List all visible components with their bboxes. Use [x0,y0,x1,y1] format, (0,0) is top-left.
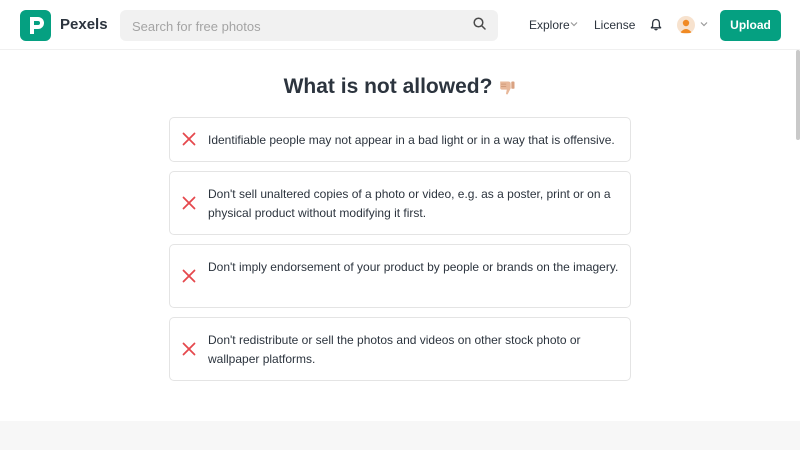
brand-name[interactable]: Pexels [60,16,108,34]
upload-button[interactable]: Upload [720,10,781,41]
rule-text: Don't redistribute or sell the photos an… [208,333,581,366]
rule-card: Don't imply endorsement of your product … [169,244,631,308]
rule-card: Identifiable people may not appear in a … [169,117,631,162]
x-icon [182,269,196,283]
search-bar [120,10,498,41]
rule-text: Identifiable people may not appear in a … [208,133,615,147]
user-avatar-icon[interactable] [677,16,695,34]
rule-card: Don't redistribute or sell the photos an… [169,317,631,381]
nav-explore[interactable]: Explore [529,18,570,33]
section-heading: What is not allowed? [230,74,570,100]
page-scrollbar[interactable] [796,50,800,140]
search-input[interactable] [132,17,462,35]
search-icon[interactable] [473,17,486,30]
x-icon [182,196,196,210]
rule-text: Don't imply endorsement of your product … [208,260,619,274]
x-icon [182,342,196,356]
section-heading-text: What is not allowed? [283,75,493,98]
thumbs-down-icon [500,81,515,95]
rule-card: Don't sell unaltered copies of a photo o… [169,171,631,235]
chevron-down-icon[interactable] [570,21,578,27]
nav-license[interactable]: License [594,18,635,33]
pexels-logo-icon[interactable] [20,10,51,41]
bell-icon[interactable] [650,18,662,31]
top-nav-bar: Pexels Explore License Upload [0,0,800,50]
rule-text: Don't sell unaltered copies of a photo o… [208,187,611,220]
chevron-down-icon[interactable] [700,21,708,27]
footer-section [0,421,800,450]
x-icon [182,132,196,146]
